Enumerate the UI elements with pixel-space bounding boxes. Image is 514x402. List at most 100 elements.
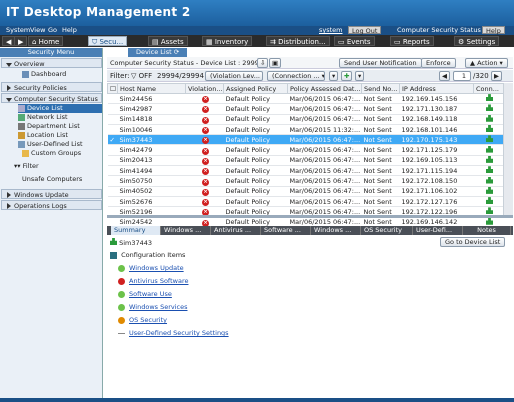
col-send-notification[interactable]: Send No...	[361, 83, 400, 94]
add-filter-icon[interactable]: ▾	[329, 71, 339, 81]
cell-violation: ×	[185, 93, 224, 105]
nav-assets[interactable]: ▤ Assets	[148, 36, 188, 46]
col-host-name[interactable]: Host Name	[117, 83, 186, 94]
menu-go[interactable]: Go	[48, 26, 57, 35]
table-row[interactable]: Sim42987 × Default Policy Mar/06/2015 06:47…	[107, 103, 504, 115]
next-page-icon[interactable]: ▶	[491, 71, 502, 81]
logout-button[interactable]: Log Out	[348, 26, 382, 35]
row-checkbox[interactable]	[107, 186, 118, 197]
nav-security[interactable]: ⛉ Secu...	[88, 36, 128, 46]
sidebar-item-dashboard[interactable]: Dashboard	[22, 70, 66, 79]
col-assigned-policy[interactable]: Assigned Policy	[223, 83, 288, 94]
row-checkbox[interactable]	[107, 103, 118, 115]
config-item-os-security[interactable]: OS Security	[118, 315, 167, 325]
tab-os-security[interactable]: OS Security	[361, 226, 413, 235]
config-item-windows-update[interactable]: Windows Update	[118, 263, 184, 273]
table-row[interactable]: Sim41494 × Default Policy Mar/06/2015 06:47…	[107, 165, 504, 177]
table-row[interactable]: Sim50750 × Default Policy Mar/06/2015 06:47…	[107, 175, 504, 187]
violation-filter[interactable]: (Violation Lev... ▾	[205, 71, 263, 81]
menu-view[interactable]: View	[30, 26, 45, 35]
nav-distribution[interactable]: ⇉ Distribution...	[266, 36, 330, 46]
nav-inventory[interactable]: ▦ Inventory	[202, 36, 253, 46]
select-all-checkbox[interactable]: ☐	[107, 83, 118, 94]
col-connection[interactable]: Conn...	[473, 83, 504, 94]
table-row[interactable]: Sim24456 × Default Policy Mar/06/2015 06:47…	[107, 93, 504, 105]
tab-antivirus[interactable]: Antivirus ...	[211, 226, 261, 235]
sidebar-item-device-list[interactable]: Device List	[18, 104, 102, 113]
tab-user-defined[interactable]: User-Defi...	[413, 226, 463, 235]
apply-filter-icon[interactable]: ✚	[341, 71, 353, 81]
row-checkbox[interactable]	[107, 175, 118, 187]
action-button[interactable]: ▲ Action ▾	[465, 58, 508, 68]
connection-filter[interactable]: (Connection ... ▾	[267, 71, 325, 81]
cell-ip-address: 192.168.149.118	[399, 114, 474, 125]
filter-toggle[interactable]: ▽ OFF	[131, 72, 152, 80]
menu-help[interactable]: Help	[62, 26, 77, 35]
section-security-policies[interactable]: Security Policies	[1, 82, 102, 92]
tab-windows-services[interactable]: Windows ...	[311, 226, 361, 235]
nav-reports[interactable]: ▭ Reports	[390, 36, 434, 46]
col-policy-assessed[interactable]: Policy Assessed Dat...	[287, 83, 362, 94]
tab-software[interactable]: Software ...	[261, 226, 311, 235]
row-checkbox[interactable]	[107, 114, 118, 125]
sidebar-item-custom-groups[interactable]: Custom Groups	[22, 149, 81, 158]
row-checkbox[interactable]	[107, 93, 118, 105]
section-computer-security-status[interactable]: Computer Security Status	[1, 93, 102, 103]
clear-filter-icon[interactable]: ▾	[355, 71, 365, 81]
config-item-user-defined[interactable]: User-Defined Security Settings	[118, 328, 229, 338]
status-ok-icon	[118, 290, 125, 298]
config-item-software-use[interactable]: Software Use	[118, 289, 172, 299]
sidebar-item-department-list[interactable]: Department List	[18, 122, 80, 131]
table-row[interactable]: Sim42479 × Default Policy Mar/06/2015 06:47…	[107, 144, 504, 156]
col-violation[interactable]: Violation...	[185, 83, 224, 94]
section-windows-update[interactable]: Windows Update	[1, 189, 102, 199]
sidebar-item-network-list[interactable]: Network List	[18, 113, 68, 122]
print-icon[interactable]: ▣	[269, 58, 282, 68]
config-item-windows-services[interactable]: Windows Services	[118, 302, 188, 312]
violation-icon: ×	[202, 116, 209, 124]
row-checkbox[interactable]	[107, 124, 118, 136]
nav-bar: ◀ ▶ ⌂ Home ⛉ Secu... ▤ Assets ▦ Inventor…	[0, 35, 514, 47]
section-overview[interactable]: Overview	[1, 58, 102, 68]
enforce-button[interactable]: Enforce	[421, 58, 456, 68]
table-scrollbar[interactable]	[503, 83, 513, 215]
nav-events[interactable]: ▭ Events	[334, 36, 375, 46]
page-input[interactable]: 1	[453, 71, 471, 81]
sidebar-item-unsafe-computers[interactable]: Unsafe Computers	[22, 175, 82, 184]
table-row[interactable]: Sim10046 × Default Policy Mar/06/2015 11:32…	[107, 124, 504, 136]
row-checkbox[interactable]: ✓	[107, 134, 118, 146]
tab-device-list[interactable]: Device List ⟳	[128, 48, 188, 57]
section-operations-logs[interactable]: Operations Logs	[1, 200, 102, 210]
sidebar-filter-toggle[interactable]: ▾▾ Filter	[14, 162, 39, 171]
help-button[interactable]: Help	[482, 26, 505, 35]
col-ip-address[interactable]: IP Address	[399, 83, 474, 94]
row-checkbox[interactable]	[107, 196, 118, 208]
nav-home[interactable]: ⌂ Home	[28, 36, 64, 46]
tab-summary[interactable]: Summary	[111, 226, 161, 235]
forward-icon[interactable]: ▶	[14, 36, 28, 46]
table-row[interactable]: Sim40502 × Default Policy Mar/06/2015 06:47…	[107, 186, 504, 197]
table-row[interactable]: Sim20413 × Default Policy Mar/06/2015 06:47…	[107, 155, 504, 167]
cell-connection	[473, 134, 504, 146]
row-checkbox[interactable]	[107, 144, 118, 156]
sidebar-item-location-list[interactable]: Location List	[18, 131, 68, 140]
tab-notes[interactable]: Notes	[463, 226, 511, 235]
export-icon[interactable]: ⇩	[257, 58, 269, 68]
row-checkbox[interactable]	[107, 165, 118, 177]
tab-windows-update[interactable]: Windows ...	[161, 226, 211, 235]
nav-settings[interactable]: ⚙ Settings	[454, 36, 500, 46]
table-row[interactable]: Sim52676 × Default Policy Mar/06/2015 06:47…	[107, 196, 504, 208]
cell-assigned-policy: Default Policy	[223, 155, 288, 167]
sidebar-item-user-defined-list[interactable]: User-Defined List	[18, 140, 83, 149]
pane-splitter[interactable]	[107, 215, 513, 218]
send-notification-button[interactable]: Send User Notification	[339, 58, 422, 68]
prev-page-icon[interactable]: ◀	[439, 71, 450, 81]
cell-policy-assessed: Mar/06/2015 06:47:...	[287, 175, 362, 187]
row-checkbox[interactable]	[107, 155, 118, 167]
table-row[interactable]: ✓ Sim37443 × Default Policy Mar/06/2015 06:4…	[107, 134, 504, 146]
goto-device-list-button[interactable]: Go to Device List	[440, 237, 506, 247]
config-item-antivirus[interactable]: Antivirus Software	[118, 276, 188, 286]
connection-icon	[486, 155, 493, 163]
table-row[interactable]: Sim14818 × Default Policy Mar/06/2015 06:47…	[107, 114, 504, 125]
menu-system[interactable]: System	[6, 26, 30, 35]
